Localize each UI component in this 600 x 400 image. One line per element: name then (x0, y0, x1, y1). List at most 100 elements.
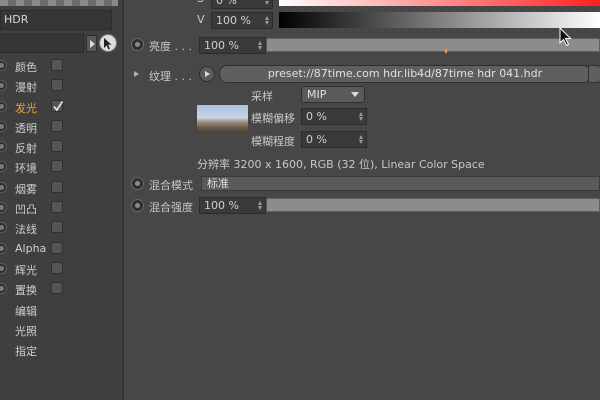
channel-radio[interactable] (0, 283, 7, 295)
channel-row-normal[interactable]: 法线 (0, 218, 122, 238)
channel-label: 凹凸 (15, 203, 37, 217)
channel-label: 法线 (15, 223, 37, 237)
texture-options-button[interactable] (588, 65, 600, 83)
section-label: 编辑 (15, 304, 37, 318)
spin-arrows-icon[interactable] (359, 112, 364, 121)
mix-strength-value: 100 % (204, 199, 239, 212)
pick-cursor-button[interactable] (99, 34, 117, 52)
channel-checkbox[interactable] (51, 99, 64, 112)
brightness-anim-icon[interactable] (131, 38, 144, 51)
value-value: 100 % (216, 14, 251, 27)
saturation-field[interactable]: 0 % (211, 0, 273, 9)
channel-row-fog[interactable]: 烟雾 (0, 178, 122, 198)
channel-checkbox[interactable] (51, 160, 63, 173)
texture-menu-button[interactable] (199, 66, 215, 82)
channel-label: 发光 (15, 101, 37, 115)
texture-expand-icon[interactable] (134, 71, 139, 77)
section-item-assignment[interactable]: 指定 (0, 340, 122, 360)
channel-checkbox[interactable] (51, 201, 63, 214)
mix-mode-value: 标准 (207, 177, 229, 190)
slider-default-tick (445, 49, 447, 53)
mix-mode-dropdown[interactable]: 标准 (201, 176, 600, 191)
spin-arrows-icon[interactable] (258, 41, 263, 50)
channel-radio[interactable] (0, 262, 7, 274)
channel-checkbox[interactable] (51, 140, 63, 153)
channel-row-bump[interactable]: 凹凸 (0, 198, 122, 218)
channel-radio[interactable] (0, 120, 7, 132)
blur-scale-value: 0 % (306, 133, 327, 146)
blur-scale-field[interactable]: 0 % (301, 131, 367, 148)
channel-row-diffusion[interactable]: 漫射 (0, 76, 122, 96)
texture-preview-image[interactable] (197, 105, 248, 133)
channel-checkbox[interactable] (51, 221, 63, 234)
saturation-label: S (197, 0, 204, 5)
channel-row-alpha[interactable]: Alpha (0, 239, 122, 259)
channel-radio[interactable] (0, 181, 7, 193)
channel-radio[interactable] (0, 222, 7, 234)
section-label: 指定 (15, 345, 37, 359)
channel-label: Alpha (15, 241, 47, 255)
sampling-value: MIP (307, 88, 327, 101)
brightness-slider[interactable] (266, 38, 600, 53)
chevron-down-icon (351, 92, 359, 97)
texture-info-text: 分辨率 3200 x 1600, RGB (32 位), Linear Colo… (197, 158, 485, 171)
saturation-gradient[interactable] (279, 0, 600, 6)
saturation-value: 0 % (216, 0, 237, 7)
spin-arrows-icon[interactable] (265, 0, 270, 5)
value-gradient[interactable] (279, 12, 600, 28)
channel-label: 辉光 (15, 263, 37, 277)
filter-input[interactable] (0, 34, 84, 53)
channel-checkbox[interactable] (51, 282, 63, 295)
blur-scale-label: 模糊程度 (251, 135, 295, 148)
blur-offset-field[interactable]: 0 % (301, 108, 367, 125)
channel-radio[interactable] (0, 202, 7, 214)
mix-mode-label: 混合模式 (149, 179, 193, 192)
channel-radio[interactable] (0, 242, 7, 254)
section-item-illumination[interactable]: 光照 (0, 320, 122, 340)
attributes-panel: S 0 % V 100 % 亮度 . . . 100 % 纹理 . . . pr… (124, 0, 600, 400)
channel-label: 颜色 (15, 61, 37, 74)
texture-path-button[interactable]: preset://87time.com hdr.lib4d/87time hdr… (219, 65, 591, 83)
filter-arrow-button[interactable] (86, 35, 97, 52)
value-field[interactable]: 100 % (211, 12, 273, 29)
section-label: 光照 (15, 324, 37, 338)
section-item-editor[interactable]: 编辑 (0, 300, 122, 320)
channel-row-environment[interactable]: 环境 (0, 157, 122, 177)
channel-checkbox[interactable] (51, 241, 63, 254)
checkmark-icon (53, 100, 64, 111)
channel-checkbox[interactable] (51, 119, 63, 132)
channel-checkbox[interactable] (51, 261, 63, 274)
spin-arrows-icon[interactable] (359, 135, 364, 144)
mix-strength-anim-icon[interactable] (131, 199, 144, 212)
blur-offset-value: 0 % (306, 110, 327, 123)
channel-row-displacement[interactable]: 置换 (0, 279, 122, 299)
sampling-dropdown[interactable]: MIP (301, 86, 365, 103)
channel-radio[interactable] (0, 60, 7, 71)
clapper-icon (0, 0, 118, 6)
channel-row-glow[interactable]: 辉光 (0, 259, 122, 279)
brightness-field[interactable]: 100 % (199, 37, 266, 54)
channel-checkbox[interactable] (51, 79, 63, 92)
channel-row-luminance[interactable]: 发光 (0, 97, 122, 117)
channel-radio[interactable] (0, 161, 7, 173)
spin-arrows-icon[interactable] (258, 201, 263, 210)
channel-checkbox[interactable] (51, 59, 63, 71)
channel-checkbox[interactable] (51, 180, 63, 193)
channel-label: 置换 (15, 284, 37, 298)
channel-label: 反射 (15, 142, 37, 156)
material-name-field[interactable]: HDR (0, 10, 112, 30)
channel-row-color[interactable]: 颜色 (0, 56, 122, 76)
channel-radio[interactable] (0, 141, 7, 153)
channel-radio[interactable] (0, 80, 7, 92)
mix-mode-anim-icon[interactable] (131, 177, 144, 190)
brightness-label: 亮度 . . . (149, 40, 192, 53)
mix-strength-slider[interactable] (266, 198, 600, 212)
mix-strength-label: 混合强度 (149, 201, 193, 214)
channel-row-transparency[interactable]: 透明 (0, 117, 122, 137)
channel-row-reflectance[interactable]: 反射 (0, 137, 122, 157)
blur-offset-label: 模糊偏移 (251, 112, 295, 125)
mix-strength-field[interactable]: 100 % (199, 197, 266, 214)
channel-label: 环境 (15, 162, 37, 176)
spin-arrows-icon[interactable] (265, 16, 270, 25)
channel-radio[interactable] (0, 100, 7, 112)
